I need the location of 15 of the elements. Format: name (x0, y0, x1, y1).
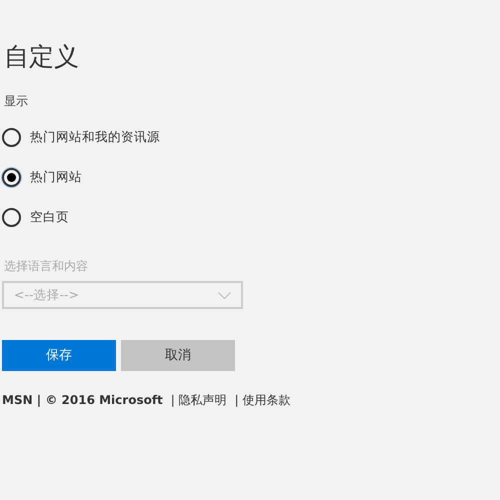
radio-button[interactable] (2, 128, 21, 146)
copyright-text: MSN | © 2016 Microsoft (2, 392, 163, 409)
chevron-down-icon (218, 292, 231, 298)
field-label: 选择语言和内容 (4, 258, 88, 275)
radio-label[interactable]: 空白页 (30, 208, 69, 226)
radio-button[interactable] (2, 168, 21, 186)
footer-link[interactable]: | 隐私声明 (170, 391, 227, 409)
radio-label[interactable]: 热门网站和我的资讯源 (30, 128, 160, 146)
section-label: 显示 (4, 93, 28, 110)
page-title: 自定义 (4, 42, 79, 72)
save-button[interactable]: 保存 (2, 340, 116, 371)
radio-label[interactable]: 热门网站 (30, 168, 82, 186)
radio-button[interactable] (2, 208, 21, 226)
cancel-button[interactable]: 取消 (121, 340, 235, 371)
footer-link[interactable]: | 使用条款 (234, 391, 291, 409)
